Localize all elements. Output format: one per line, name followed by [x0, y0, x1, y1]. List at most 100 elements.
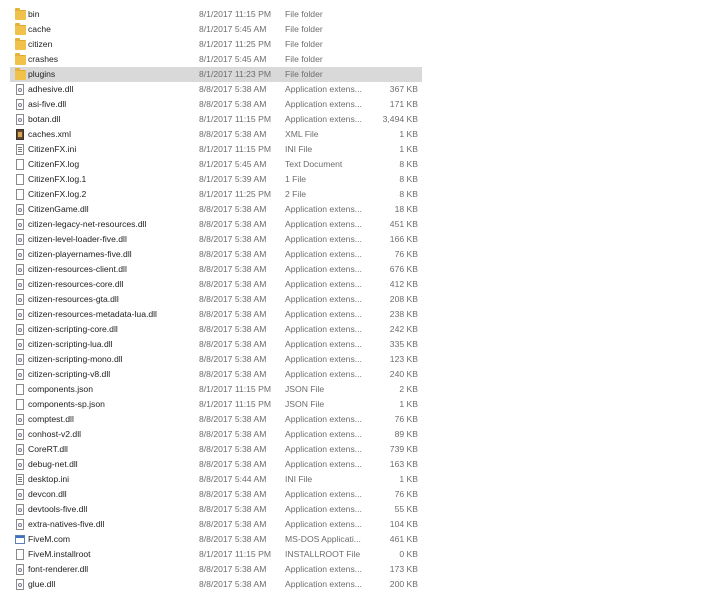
dll-icon: [16, 99, 24, 110]
file-row[interactable]: font-renderer.dll 8/8/2017 5:38 AM Applica…: [10, 562, 422, 577]
file-type: Application extens...: [285, 489, 362, 499]
file-name: bin: [28, 9, 40, 19]
file-type: Application extens...: [285, 264, 362, 274]
file-row[interactable]: citizen-resources-metadata-lua.dll 8/8/20…: [10, 307, 422, 322]
file-row[interactable]: citizen-level-loader-five.dll 8/8/2017 5:…: [10, 232, 422, 247]
file-row[interactable]: conhost-v2.dll 8/8/2017 5:38 AM Applicatio…: [10, 427, 422, 442]
file-row[interactable]: debug-net.dll 8/8/2017 5:38 AM Application…: [10, 457, 422, 472]
file-row[interactable]: extra-natives-five.dll 8/8/2017 5:38 AM Ap…: [10, 517, 422, 532]
file-size: 8 KB: [399, 174, 418, 184]
file-row[interactable]: citizen-scripting-core.dll 8/8/2017 5:38 …: [10, 322, 422, 337]
file-icon: [16, 159, 24, 170]
file-date: 8/1/2017 5:45 AM: [199, 24, 267, 34]
dll-icon: [16, 294, 24, 305]
file-type: XML File: [285, 129, 319, 139]
file-row[interactable]: components-sp.json 8/1/2017 11:15 PM JSON …: [10, 397, 422, 412]
dll-icon: [16, 324, 24, 335]
file-row[interactable]: plugins 8/1/2017 11:23 PM File folder: [10, 67, 422, 82]
file-row[interactable]: crashes 8/1/2017 5:45 AM File folder: [10, 52, 422, 67]
dll-icon: [16, 489, 24, 500]
file-name: desktop.ini: [28, 474, 70, 484]
file-row[interactable]: asi-five.dll 8/8/2017 5:38 AM Application …: [10, 97, 422, 112]
file-type: Application extens...: [285, 579, 362, 589]
file-type: 1 File: [285, 174, 307, 184]
file-date: 8/1/2017 11:15 PM: [199, 399, 271, 409]
file-date: 8/8/2017 5:38 AM: [199, 354, 267, 364]
ini-icon: [16, 144, 24, 155]
file-icon: [16, 399, 24, 410]
file-name: components.json: [28, 384, 93, 394]
file-type: INI File: [285, 474, 313, 484]
file-name: cache: [28, 24, 51, 34]
file-row[interactable]: caches.xml 8/8/2017 5:38 AM XML File 1 KB: [10, 127, 422, 142]
file-size: 76 KB: [394, 249, 418, 259]
file-row[interactable]: citizen-resources-client.dll 8/8/2017 5:3…: [10, 262, 422, 277]
file-row[interactable]: CitizenFX.log.2 8/1/2017 11:25 PM 2 File 8 …: [10, 187, 422, 202]
file-type: Application extens...: [285, 414, 362, 424]
dll-icon: [16, 219, 24, 230]
file-name: citizen: [28, 39, 53, 49]
file-row[interactable]: citizen-scripting-v8.dll 8/8/2017 5:38 AM…: [10, 367, 422, 382]
file-row[interactable]: devcon.dll 8/8/2017 5:38 AM Application ex…: [10, 487, 422, 502]
file-date: 8/8/2017 5:38 AM: [199, 579, 267, 589]
file-name: citizen-legacy-net-resources.dll: [28, 219, 147, 229]
file-row[interactable]: glue.dll 8/8/2017 5:38 AM Application exte…: [10, 577, 422, 592]
dll-icon: [16, 519, 24, 530]
file-size: 676 KB: [389, 264, 418, 274]
file-size: 123 KB: [389, 354, 418, 364]
folder-icon: [15, 23, 26, 35]
file-type: Text Document: [285, 159, 343, 169]
file-name: plugins: [28, 69, 56, 79]
dll-icon: [16, 234, 24, 245]
file-date: 8/1/2017 5:45 AM: [199, 159, 267, 169]
file-size: 163 KB: [389, 459, 418, 469]
file-date: 8/8/2017 5:38 AM: [199, 249, 267, 259]
dll-icon: [16, 459, 24, 470]
file-row[interactable]: components.json 8/1/2017 11:15 PM JSON Fil…: [10, 382, 422, 397]
dll-icon: [16, 429, 24, 440]
file-row[interactable]: CitizenFX.log 8/1/2017 5:45 AM Text Docume…: [10, 157, 422, 172]
file-row[interactable]: cache 8/1/2017 5:45 AM File folder: [10, 22, 422, 37]
file-row[interactable]: botan.dll 8/1/2017 11:15 PM Application ex…: [10, 112, 422, 127]
file-type: File folder: [285, 24, 323, 34]
file-row[interactable]: citizen-playernames-five.dll 8/8/2017 5:3…: [10, 247, 422, 262]
file-name: CitizenGame.dll: [28, 204, 89, 214]
file-row[interactable]: citizen-scripting-lua.dll 8/8/2017 5:38 A…: [10, 337, 422, 352]
file-row[interactable]: citizen-resources-core.dll 8/8/2017 5:38 …: [10, 277, 422, 292]
file-row[interactable]: citizen 8/1/2017 11:25 PM File folder: [10, 37, 422, 52]
file-type: Application extens...: [285, 339, 362, 349]
file-type: Application extens...: [285, 294, 362, 304]
file-row[interactable]: devtools-five.dll 8/8/2017 5:38 AM Applica…: [10, 502, 422, 517]
file-size: 412 KB: [389, 279, 418, 289]
file-size: 89 KB: [394, 429, 418, 439]
file-row[interactable]: FiveM.installroot 8/1/2017 11:15 PM INSTAL…: [10, 547, 422, 562]
file-row[interactable]: CitizenGame.dll 8/8/2017 5:38 AM Applicati…: [10, 202, 422, 217]
file-type: INSTALLROOT File: [285, 549, 361, 559]
file-row[interactable]: CoreRT.dll 8/8/2017 5:38 AM Application ex…: [10, 442, 422, 457]
file-row[interactable]: citizen-resources-gta.dll 8/8/2017 5:38 A…: [10, 292, 422, 307]
file-row[interactable]: citizen-legacy-net-resources.dll 8/8/2017…: [10, 217, 422, 232]
file-row[interactable]: citizen-scripting-mono.dll 8/8/2017 5:38 …: [10, 352, 422, 367]
file-date: 8/1/2017 11:15 PM: [199, 549, 271, 559]
file-row[interactable]: adhesive.dll 8/8/2017 5:38 AM Application …: [10, 82, 422, 97]
file-date: 8/8/2017 5:38 AM: [199, 219, 267, 229]
file-size: 240 KB: [389, 369, 418, 379]
file-row[interactable]: CitizenFX.log.1 8/1/2017 5:39 AM 1 File 8 K…: [10, 172, 422, 187]
file-row[interactable]: bin 8/1/2017 11:15 PM File folder: [10, 7, 422, 22]
file-row[interactable]: comptest.dll 8/8/2017 5:38 AM Application …: [10, 412, 422, 427]
file-name: comptest.dll: [28, 414, 74, 424]
file-date: 8/8/2017 5:38 AM: [199, 414, 267, 424]
file-name: citizen-resources-metadata-lua.dll: [28, 309, 157, 319]
file-row[interactable]: CitizenFX.ini 8/1/2017 11:15 PM INI File 1 …: [10, 142, 422, 157]
file-row[interactable]: FiveM.com 8/8/2017 5:38 AM MS-DOS Applicat…: [10, 532, 422, 547]
file-name: extra-natives-five.dll: [28, 519, 105, 529]
file-size: 166 KB: [389, 234, 418, 244]
file-list: bin 8/1/2017 11:15 PM File folder cache 8/1/…: [10, 7, 422, 592]
file-size: 3,494 KB: [382, 114, 418, 124]
file-type: 2 File: [285, 189, 307, 199]
file-row[interactable]: desktop.ini 8/8/2017 5:44 AM INI File 1 KB: [10, 472, 422, 487]
file-type: Application extens...: [285, 279, 362, 289]
file-name: citizen-scripting-v8.dll: [28, 369, 111, 379]
dll-icon: [16, 504, 24, 515]
file-date: 8/8/2017 5:44 AM: [199, 474, 267, 484]
